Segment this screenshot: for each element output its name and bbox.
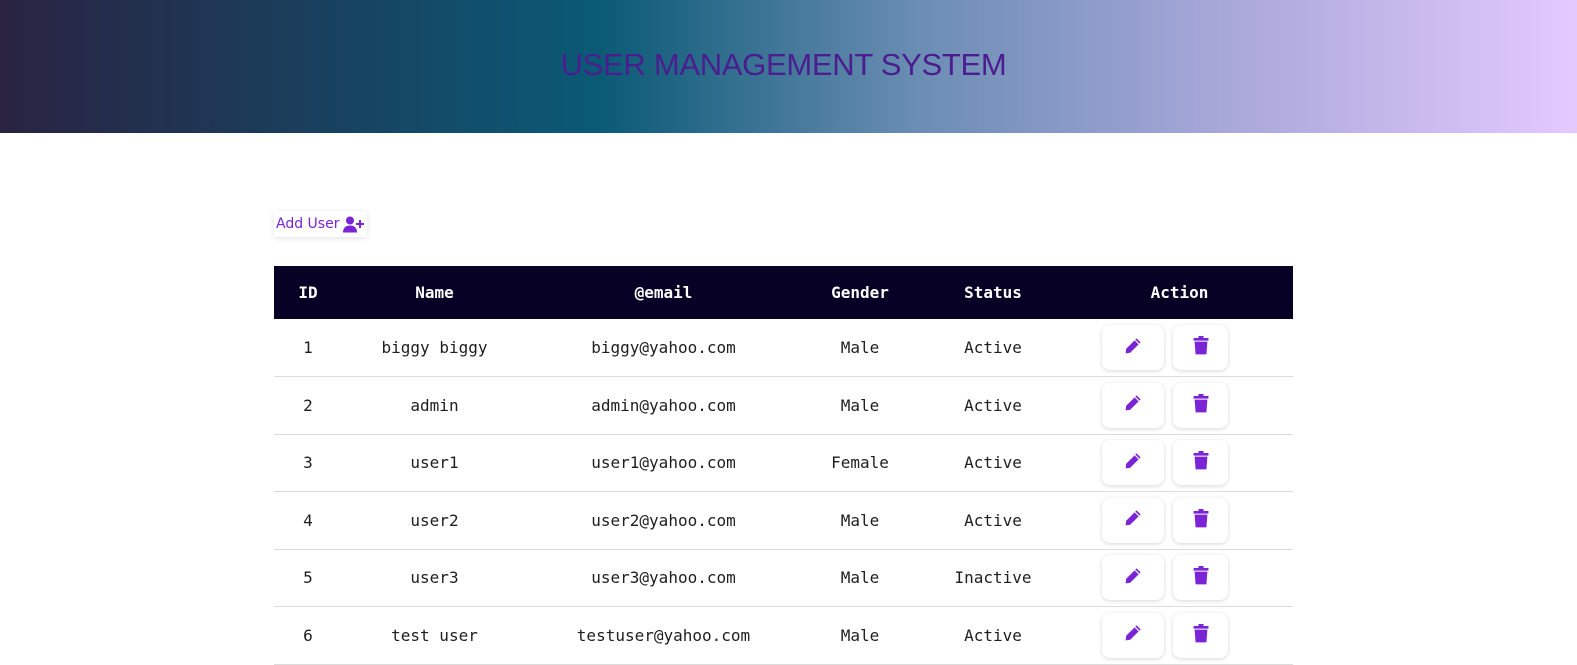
add-user-label: Add User <box>276 216 340 232</box>
trash-icon <box>1193 623 1209 647</box>
action-cell <box>1066 377 1293 435</box>
column-header-action: Action <box>1150 283 1209 302</box>
row-actions <box>1066 612 1293 658</box>
trash-icon <box>1193 566 1209 589</box>
edit-user-button[interactable] <box>1102 612 1164 658</box>
delete-user-button[interactable] <box>1173 325 1228 370</box>
trash-icon <box>1193 393 1209 417</box>
id-cell: 3 <box>303 453 313 473</box>
id-cell: 5 <box>303 568 313 588</box>
page-header: USER MANAGEMENT SYSTEM <box>0 0 1577 133</box>
name-cell: test user <box>391 625 478 645</box>
action-cell <box>1066 434 1293 492</box>
trash-icon <box>1193 508 1209 532</box>
row-actions <box>1066 555 1293 601</box>
action-cell <box>1066 492 1293 550</box>
email-cell: admin@yahoo.com <box>591 395 736 415</box>
status-cell: Active <box>964 395 1022 415</box>
table-row: 1 biggy biggy biggy@yahoo.com Male Active <box>274 319 1293 377</box>
table-row: 2 admin admin@yahoo.com Male Active <box>274 377 1293 435</box>
table-row: 5 user3 user3@yahoo.com Male Inactive <box>274 549 1293 607</box>
status-cell: Active <box>964 338 1022 357</box>
id-cell: 1 <box>303 338 313 357</box>
name-cell: user2 <box>410 510 459 530</box>
column-header-gender: Gender <box>831 283 889 302</box>
status-cell: Active <box>964 453 1022 473</box>
edit-user-button[interactable] <box>1102 325 1164 370</box>
delete-user-button[interactable] <box>1173 612 1228 658</box>
table-row: 4 user2 user2@yahoo.com Male Active <box>274 492 1293 550</box>
email-cell: user1@yahoo.com <box>591 453 736 473</box>
status-cell: Active <box>964 510 1022 530</box>
email-cell: user3@yahoo.com <box>591 568 736 588</box>
delete-user-button[interactable] <box>1173 440 1228 486</box>
trash-icon <box>1193 451 1209 474</box>
gender-cell: Male <box>840 338 880 357</box>
row-actions <box>1066 440 1293 486</box>
status-cell: Active <box>964 625 1022 645</box>
table-row: 6 test user testuser@yahoo.com Male Active <box>274 607 1293 665</box>
page-title: USER MANAGEMENT SYSTEM <box>560 47 1007 82</box>
column-header-id: ID <box>298 283 318 302</box>
action-cell <box>1066 549 1293 607</box>
email-cell: biggy@yahoo.com <box>591 338 736 357</box>
table-row: 3 user1 user1@yahoo.com Female Active <box>274 434 1293 492</box>
row-actions <box>1066 325 1293 370</box>
column-header-status: Status <box>964 283 1022 302</box>
id-cell: 4 <box>303 510 313 530</box>
id-cell: 2 <box>303 395 313 415</box>
pencil-icon <box>1124 394 1142 416</box>
action-cell <box>1066 607 1293 665</box>
table-body: 1 biggy biggy biggy@yahoo.com Male Active 2 ad… <box>274 319 1293 664</box>
gender-cell: Male <box>840 395 880 415</box>
gender-cell: Male <box>840 568 880 588</box>
column-header-email: @email <box>634 283 693 302</box>
add-user-button[interactable]: Add User <box>274 211 368 237</box>
email-cell: testuser@yahoo.com <box>576 625 751 645</box>
trash-icon <box>1193 336 1209 359</box>
name-cell: user1 <box>410 453 459 473</box>
delete-user-button[interactable] <box>1173 497 1228 543</box>
email-cell: user2@yahoo.com <box>591 510 736 530</box>
column-header-name: Name <box>415 283 454 302</box>
pencil-icon <box>1124 452 1142 474</box>
delete-user-button[interactable] <box>1173 382 1228 428</box>
table-header-row: ID Name @email Gender Status Action <box>274 266 1293 319</box>
action-cell <box>1066 319 1293 377</box>
row-actions <box>1066 497 1293 543</box>
edit-user-button[interactable] <box>1102 555 1164 601</box>
gender-cell: Male <box>840 510 880 530</box>
name-cell: user3 <box>410 568 459 588</box>
pencil-icon <box>1124 567 1142 589</box>
name-cell: admin <box>410 395 459 415</box>
pencil-icon <box>1124 624 1142 646</box>
pencil-icon <box>1124 337 1142 359</box>
edit-user-button[interactable] <box>1102 440 1164 486</box>
name-cell: biggy biggy <box>381 338 488 357</box>
edit-user-button[interactable] <box>1102 497 1164 543</box>
row-actions <box>1066 382 1293 428</box>
users-table: ID Name @email Gender Status Action 1 big… <box>274 266 1293 665</box>
edit-user-button[interactable] <box>1102 382 1164 428</box>
gender-cell: Male <box>840 625 880 645</box>
pencil-icon <box>1124 509 1142 531</box>
user-plus-icon <box>343 216 365 233</box>
status-cell: Inactive <box>954 568 1032 588</box>
id-cell: 6 <box>303 625 313 645</box>
gender-cell: Female <box>831 453 889 473</box>
delete-user-button[interactable] <box>1173 555 1228 601</box>
